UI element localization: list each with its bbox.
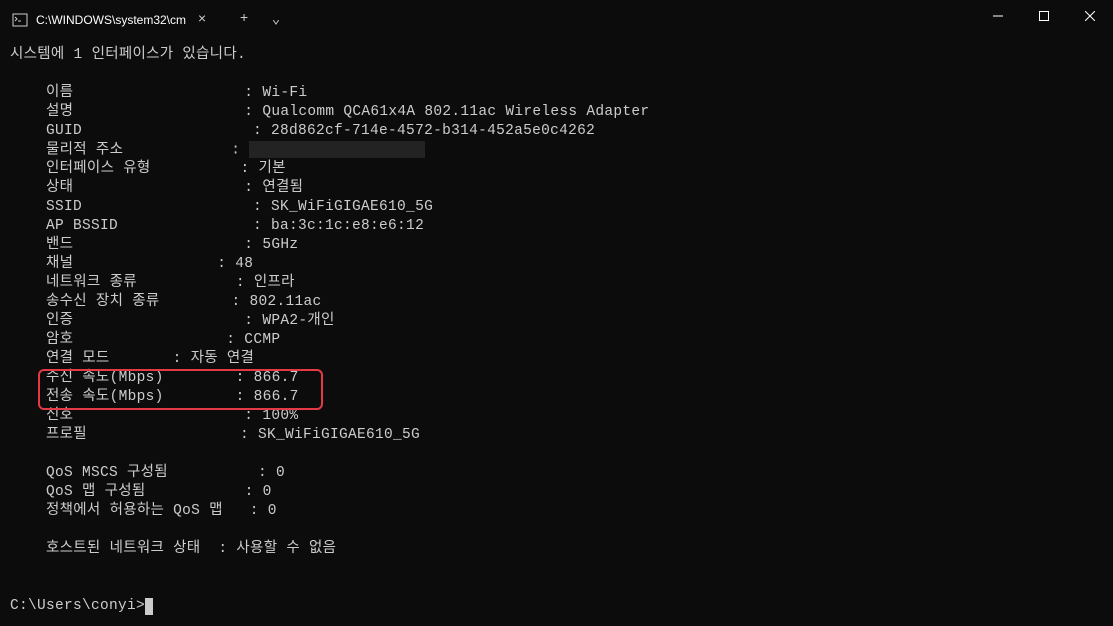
- redacted-value: [249, 141, 425, 158]
- maximize-button[interactable]: [1021, 0, 1067, 32]
- terminal-line: 시스템에 1 인터페이스가 있습니다.: [10, 46, 1103, 65]
- tab-title: C:\WINDOWS\system32\cm: [36, 13, 186, 27]
- terminal-line: 신호 : 100%: [10, 407, 1103, 426]
- terminal-line: 송수신 장치 종류 : 802.11ac: [10, 293, 1103, 312]
- terminal-line: QoS 맵 구성됨 : 0: [10, 483, 1103, 502]
- terminal-line: 이름 : Wi-Fi: [10, 84, 1103, 103]
- cmd-icon: [12, 12, 28, 28]
- terminal-line: 인증 : WPA2-개인: [10, 312, 1103, 331]
- window-controls: [975, 0, 1113, 38]
- terminal-line: 프로필 : SK_WiFiGIGAE610_5G: [10, 426, 1103, 445]
- tab-cmd[interactable]: C:\WINDOWS\system32\cm ×: [0, 0, 222, 38]
- prompt-line[interactable]: C:\Users\conyi>: [10, 597, 1103, 616]
- titlebar: C:\WINDOWS\system32\cm × + ⌄: [0, 0, 1113, 38]
- terminal-line: 암호 : CCMP: [10, 331, 1103, 350]
- terminal-line: [10, 65, 1103, 84]
- content-wrapper: 시스템에 1 인터페이스가 있습니다. 이름 : Wi-Fi 설명 : Qual…: [0, 38, 1113, 624]
- terminal-line: 상태 : 연결됨: [10, 179, 1103, 198]
- terminal-line: 물리적 주소 :: [10, 141, 1103, 160]
- terminal-line: SSID : SK_WiFiGIGAE610_5G: [10, 198, 1103, 217]
- terminal-line: GUID : 28d862cf-714e-4572-b314-452a5e0c4…: [10, 122, 1103, 141]
- terminal-line: 인터페이스 유형 : 기본: [10, 160, 1103, 179]
- terminal-line: [10, 559, 1103, 578]
- tab-close-button[interactable]: ×: [194, 12, 210, 28]
- terminal-line: [10, 445, 1103, 464]
- tabs-container: C:\WINDOWS\system32\cm × + ⌄: [0, 0, 290, 38]
- terminal-line: 호스트된 네트워크 상태 : 사용할 수 없음: [10, 540, 1103, 559]
- terminal-line: 밴드 : 5GHz: [10, 236, 1103, 255]
- terminal-line: 전송 속도(Mbps) : 866.7: [10, 388, 1103, 407]
- cursor: [145, 598, 153, 615]
- terminal-output[interactable]: 시스템에 1 인터페이스가 있습니다. 이름 : Wi-Fi 설명 : Qual…: [0, 38, 1113, 624]
- terminal-line: 정책에서 허용하는 QoS 맵 : 0: [10, 502, 1103, 521]
- terminal-line: 연결 모드 : 자동 연결: [10, 350, 1103, 369]
- tab-actions: + ⌄: [222, 5, 290, 33]
- tab-dropdown-button[interactable]: ⌄: [262, 5, 290, 33]
- terminal-line: 네트워크 종류 : 인프라: [10, 274, 1103, 293]
- terminal-line: 채널 : 48: [10, 255, 1103, 274]
- window-close-button[interactable]: [1067, 0, 1113, 32]
- terminal-line: 수신 속도(Mbps) : 866.7: [10, 369, 1103, 388]
- terminal-line: [10, 521, 1103, 540]
- terminal-line: AP BSSID : ba:3c:1c:e8:e6:12: [10, 217, 1103, 236]
- terminal-line: QoS MSCS 구성됨 : 0: [10, 464, 1103, 483]
- minimize-button[interactable]: [975, 0, 1021, 32]
- terminal-line: 설명 : Qualcomm QCA61x4A 802.11ac Wireless…: [10, 103, 1103, 122]
- terminal-line: [10, 578, 1103, 597]
- new-tab-button[interactable]: +: [230, 5, 258, 33]
